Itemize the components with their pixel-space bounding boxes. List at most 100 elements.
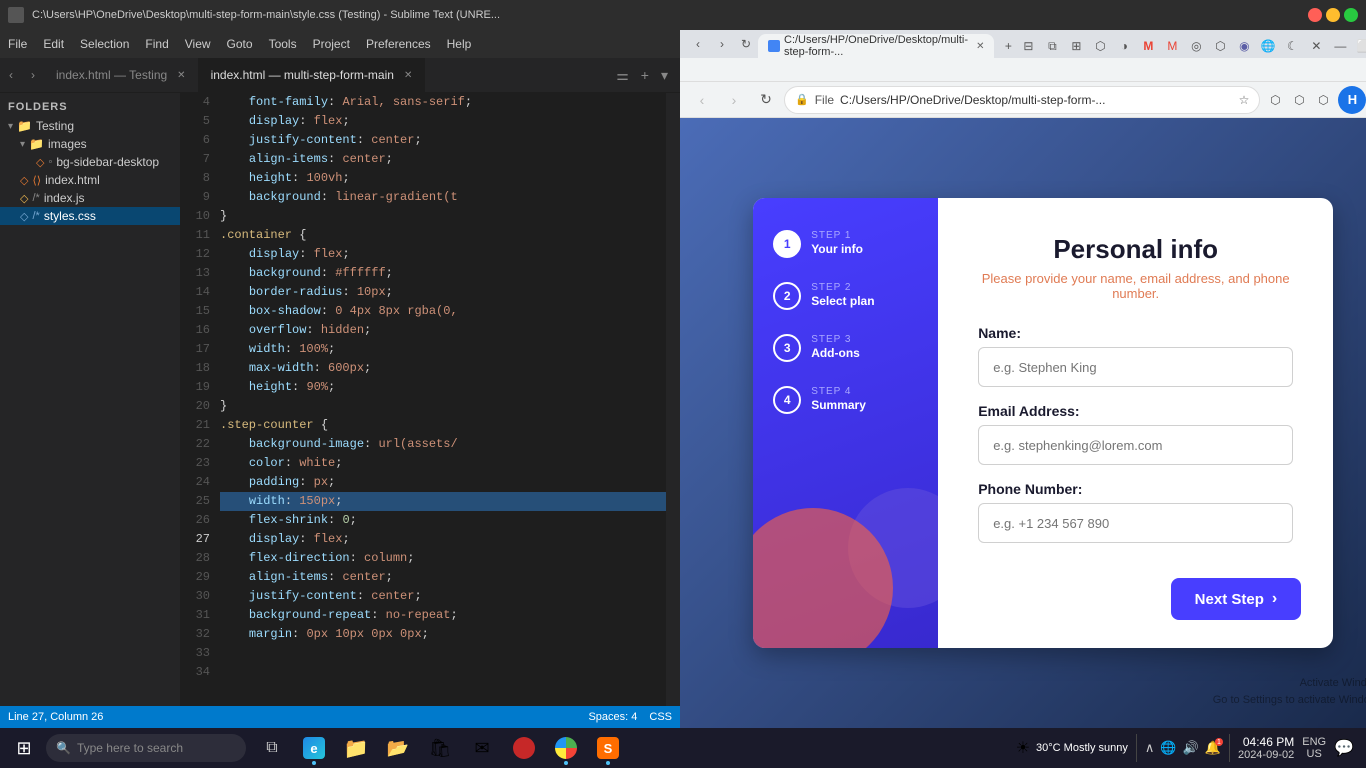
code-line-18: width: 100%; [220, 340, 666, 359]
language-indicator[interactable]: ENG US [1302, 736, 1326, 760]
sidebar-item-testing[interactable]: ▾ 📁 Testing [0, 117, 180, 135]
menu-preferences[interactable]: Preferences [366, 37, 431, 51]
browser-restore-win-icon[interactable]: ⬜ [1354, 36, 1366, 56]
step-name-3: Add-ons [811, 346, 860, 360]
folder-icon-images: 📁 [29, 137, 44, 151]
browser-sidebar-icon[interactable]: ⊟ [1018, 36, 1038, 56]
ln-8: 8 [180, 169, 210, 188]
browser-tabs-icon[interactable]: ⧉ [1042, 36, 1062, 56]
profile-button[interactable]: H [1338, 86, 1366, 114]
minimize-btn[interactable] [1326, 8, 1340, 22]
sidebar-item-bg[interactable]: ◇ ◦ bg-sidebar-desktop [0, 153, 180, 171]
menu-help[interactable]: Help [447, 37, 472, 51]
taskbar-app-chrome[interactable] [546, 728, 586, 768]
name-input[interactable] [978, 347, 1293, 387]
sidebar-item-css[interactable]: ◇ /* styles.css [0, 207, 180, 225]
maximize-btn[interactable] [1344, 8, 1358, 22]
taskbar-app-taskview[interactable]: ⧉ [252, 728, 292, 768]
browser-forward-nav-btn[interactable]: › [720, 86, 748, 114]
step-info-1: Step 1 Your info [811, 230, 863, 256]
ext-icon-3[interactable]: ⬡ [1312, 89, 1334, 111]
step-sidebar: 1 Step 1 Your info 2 Step 2 S [753, 198, 938, 648]
menu-edit[interactable]: Edit [43, 37, 64, 51]
browser-close-tab-icon[interactable]: ✕ [1306, 36, 1326, 56]
code-content[interactable]: font-family: Arial, sans-serif; display:… [216, 93, 666, 706]
email-input[interactable] [978, 425, 1293, 465]
browser-globe-icon[interactable]: 🌐 [1258, 36, 1278, 56]
tab-split-icon[interactable]: ⚌ [612, 65, 633, 86]
ln-31: 31 [180, 606, 210, 625]
menu-project[interactable]: Project [313, 37, 350, 51]
step-label-4: Step 4 [811, 386, 866, 397]
step-item-4: 4 Step 4 Summary [773, 386, 918, 414]
browser-gmail-icon[interactable]: M [1138, 36, 1158, 56]
browser-moon-icon[interactable]: ☾ [1282, 36, 1302, 56]
browser-github-icon[interactable]: ⬡ [1210, 36, 1230, 56]
editor-tab-0-close[interactable]: ✕ [177, 70, 185, 81]
menu-find[interactable]: Find [145, 37, 168, 51]
tab-chevron-down[interactable]: ▾ [657, 65, 672, 86]
browser-back-nav-btn[interactable]: ‹ [688, 86, 716, 114]
menu-selection[interactable]: Selection [80, 37, 129, 51]
sidebar-item-images[interactable]: ▾ 📁 images [0, 135, 180, 153]
browser-ghost-icon[interactable]: ◑ [1114, 36, 1134, 56]
taskbar-app-mail[interactable]: ✉ [462, 728, 502, 768]
volume-icon[interactable]: 🔊 [1183, 740, 1199, 756]
address-bar[interactable]: 🔒 File C:/Users/HP/OneDrive/Desktop/mult… [784, 86, 1260, 114]
browser-reload-btn[interactable]: ↻ [752, 86, 780, 114]
weather-widget[interactable]: ☀ 30°C Mostly sunny [1016, 738, 1128, 758]
code-line-14: background: #ffffff; [220, 264, 666, 283]
tab-add-btn[interactable]: + [637, 65, 653, 85]
menu-tools[interactable]: Tools [269, 37, 297, 51]
sidebar-item-bg-label: bg-sidebar-desktop [56, 155, 159, 169]
name-label: Name: [978, 325, 1293, 341]
taskbar-app-store[interactable]: 🛍 [420, 728, 460, 768]
browser-ext-icon[interactable]: ⬡ [1090, 36, 1110, 56]
line-numbers: 4 5 6 7 8 9 10 11 12 13 14 15 16 17 18 1… [180, 93, 216, 706]
browser-circle-icon[interactable]: ◎ [1186, 36, 1206, 56]
network-icon[interactable]: 🌐 [1160, 740, 1176, 756]
browser-forward-btn[interactable]: › [712, 34, 732, 54]
sidebar-item-indexjs[interactable]: ◇ /* index.js [0, 189, 180, 207]
menu-bar: File Edit Selection Find View Goto Tools… [0, 30, 680, 58]
browser-minimize-win-icon[interactable]: — [1330, 36, 1350, 56]
taskbar-app-sublime[interactable]: S [588, 728, 628, 768]
notification-center-icon[interactable]: 💬 [1334, 738, 1354, 758]
taskbar-app-red[interactable] [504, 728, 544, 768]
sidebar-item-indexhtml[interactable]: ◇ ⟨⟩ index.html [0, 171, 180, 189]
taskbar-app-explorer[interactable]: 📁 [336, 728, 376, 768]
next-step-button[interactable]: Next Step › [1171, 578, 1302, 620]
step-circle-2: 2 [773, 282, 801, 310]
browser-grid-icon[interactable]: ⊞ [1066, 36, 1086, 56]
browser-tab-0[interactable]: C:/Users/HP/OneDrive/Desktop/multi-step-… [758, 34, 994, 58]
search-bar[interactable]: 🔍 Type here to search [46, 734, 246, 762]
browser-new-tab-btn[interactable]: + [1000, 38, 1016, 58]
editor-tab-0[interactable]: index.html — Testing ✕ [44, 58, 199, 92]
ln-32: 32 [180, 625, 210, 644]
browser-refresh-btn[interactable]: ↻ [736, 34, 756, 54]
browser-back-btn[interactable]: ‹ [688, 34, 708, 54]
browser-arc-icon[interactable]: ◉ [1234, 36, 1254, 56]
ext-icon-1[interactable]: ⬡ [1264, 89, 1286, 111]
taskbar-app-files[interactable]: 📂 [378, 728, 418, 768]
start-button[interactable]: ⊞ [4, 728, 44, 768]
minimap-scrollbar[interactable] [666, 93, 680, 706]
ext-icon-2[interactable]: ⬡ [1288, 89, 1310, 111]
chevron-up-icon[interactable]: ∧ [1145, 740, 1155, 755]
clock-widget[interactable]: 04:46 PM 2024-09-02 [1238, 735, 1294, 761]
menu-view[interactable]: View [185, 37, 211, 51]
menu-goto[interactable]: Goto [227, 37, 253, 51]
tab-nav-next[interactable]: › [22, 58, 44, 92]
editor-tab-1[interactable]: index.html — multi-step-form-main ✕ [199, 58, 426, 92]
browser-tab-close[interactable]: ✕ [976, 41, 984, 52]
editor-tab-1-close[interactable]: ✕ [404, 70, 412, 81]
browser-favicon [768, 40, 780, 52]
browser-gmail2-icon[interactable]: M [1162, 36, 1182, 56]
star-icon[interactable]: ☆ [1239, 93, 1250, 107]
close-btn[interactable] [1308, 8, 1322, 22]
store-icon: 🛍 [429, 738, 452, 759]
phone-input[interactable] [978, 503, 1293, 543]
menu-file[interactable]: File [8, 37, 27, 51]
tab-nav-prev[interactable]: ‹ [0, 58, 22, 92]
taskbar-app-edge[interactable]: e [294, 728, 334, 768]
